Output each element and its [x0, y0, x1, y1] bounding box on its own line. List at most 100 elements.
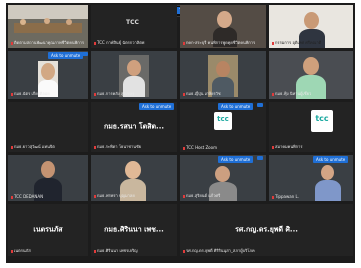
muted-mic-icon: [94, 41, 96, 45]
person-face: [127, 60, 141, 76]
participant-tile[interactable]: กรรมการ อุดิเทศ ศรีคณาดี: [269, 5, 353, 48]
participant-name-text: กมธ.สุริยนต์ แก้วศรี: [186, 193, 221, 198]
participant-tile[interactable]: กคก-สระบุรี คนพิการพูดคุยชีวิตคนพิการ: [180, 5, 266, 48]
participant-tile[interactable]: กมธ.ศิรินนา เพช... กมธ.ศิรินนา เพชรเจริญ: [91, 204, 177, 256]
tcc-logo: tcc: [214, 112, 232, 130]
participant-name-text: กมธ.ศิรินนา เพชรเจริญ: [97, 248, 138, 253]
participant-name-text: TCC DEDANAN: [14, 194, 44, 199]
ask-to-unmute-button[interactable]: Ask to unmute: [218, 156, 254, 163]
participant-name-text: กมธ.การคลัง สุรเชษฐ: [97, 91, 135, 96]
muted-mic-icon: [94, 249, 96, 253]
participant-tile[interactable]: กมธ.การคลัง สุรเชษฐ: [91, 51, 177, 99]
participant-name-text: รศ.กญ.ดร.ยุพดี ศิริรินนุสา_สภาผู้บริโภค: [186, 248, 255, 253]
person-face: [321, 165, 334, 180]
participant-name: กมธ.ระพิดา โยนาชานชัย: [94, 143, 141, 150]
person-face: [216, 61, 230, 77]
participant-name-text: เนตรนภัส: [14, 248, 31, 253]
muted-mic-icon: [272, 92, 274, 96]
participant-name: กมธ.ศิรินนา เพชรเจริญ: [94, 247, 138, 254]
participant-name-text: กมธ.ฟุ้ง นิทานผู้เชี่ยว: [275, 91, 312, 96]
participant-name: สมาคมคนพิการ: [272, 143, 303, 150]
ask-to-unmute-button[interactable]: Ask to unmute: [139, 103, 175, 110]
room-wall: [8, 5, 88, 19]
participant-tile[interactable]: Ask to unmute กมธ.รสนา โตสิต... กมธ.ระพิ…: [91, 102, 177, 152]
person-face: [217, 11, 232, 28]
participant-tile[interactable]: กมธ.ฟรพรา บุญมาลย: [91, 155, 177, 201]
participant-tile[interactable]: เนตรนภัส เนตรนภัส: [8, 204, 88, 256]
participant-name: กมธ.ญี่ปุ่น เกษียรวัช: [183, 90, 221, 97]
participant-tile[interactable]: TCC DEDANAN: [8, 155, 88, 201]
person-face: [20, 19, 26, 25]
participant-display-name: เนตรนภัส: [33, 225, 63, 234]
participant-name-text: กคก-สระบุรี คนพิการพูดคุยชีวิตคนพิการ: [186, 40, 256, 45]
person-face: [41, 63, 55, 80]
participant-name-text: ติดตามสถานพัฒนาคุณภาพชีวิตคนพิการ: [14, 40, 85, 45]
more-options-icon[interactable]: [257, 156, 263, 160]
participant-name-text: กมธ.ฟรพรา บุญมาลย: [97, 193, 135, 198]
participant-name: ติดตามสถานพัฒนาคุณภาพชีวิตคนพิการ: [11, 39, 84, 46]
tile-label: TCC: [126, 19, 139, 26]
muted-mic-icon: [183, 92, 185, 96]
participant-display-name: รศ.กญ.ดร.ยุพดี ศิ...: [235, 225, 298, 234]
more-options-icon[interactable]: [82, 52, 88, 56]
muted-mic-icon: [183, 194, 185, 198]
participant-tile[interactable]: Ask to unmute กมธ.สุริยนต์ แก้วศรี: [180, 155, 266, 201]
tcc-logo-text: tcc: [315, 114, 329, 123]
participant-name: กมธ.สุริยนต์ แก้วศรี: [183, 192, 220, 199]
person-face: [215, 166, 230, 182]
muted-mic-icon: [183, 146, 185, 150]
person-face: [44, 18, 50, 24]
ask-to-unmute-button[interactable]: Ask to unmute: [48, 52, 84, 59]
participant-name: Tippawan L.: [272, 194, 299, 199]
person-face: [303, 57, 319, 75]
muted-mic-icon: [94, 145, 96, 149]
more-options-icon[interactable]: [257, 103, 263, 107]
ask-to-unmute-button[interactable]: Ask to unmute: [313, 156, 349, 163]
ask-to-unmute-button[interactable]: Ask to unmute: [218, 103, 254, 110]
participant-tile[interactable]: ติดตามสถานพัฒนาคุณภาพชีวิตคนพิการ: [8, 5, 88, 48]
participant-name-text: กมธ.ญี่ปุ่น เกษียรวัช: [186, 91, 221, 96]
participant-tile[interactable]: tcc สมาคมคนพิการ: [269, 102, 353, 152]
person-body: [315, 180, 341, 201]
participant-tile[interactable]: Ask to unmute tcc TCC Host Zoom: [180, 102, 266, 152]
participant-name-text: กมธ.ฉัตร เกียรติลอย: [14, 91, 50, 96]
zoom-gallery-frame: Not hearing anything? Turn up volume ติด…: [6, 3, 355, 263]
muted-mic-icon: [11, 92, 13, 96]
participant-name-text: กมธ.ระพิดา โยนาชานชัย: [97, 144, 142, 149]
muted-mic-icon: [11, 41, 13, 45]
participant-name: กมธ.ฟุ้ง นิทานผู้เชี่ยว: [272, 90, 311, 97]
muted-mic-icon: [183, 249, 185, 253]
participant-name: กรรมการ อุดิเทศ ศรีคณาดี: [272, 39, 321, 46]
participant-tile[interactable]: กมธ.ญี่ปุ่น เกษียรวัช: [180, 51, 266, 99]
muted-mic-icon: [94, 194, 96, 198]
muted-mic-icon: [272, 41, 274, 45]
muted-mic-icon: [272, 145, 274, 149]
person-face: [41, 161, 55, 178]
participant-name: กคก-สระบุรี คนพิการพูดคุยชีวิตคนพิการ: [183, 39, 255, 46]
participant-name-text: Tippawan L.: [275, 194, 299, 199]
participant-tile[interactable]: TCC TCC กาฬสินธุ์ ฉัตรกวาลิตพ: [91, 5, 177, 48]
participant-name-text: กรรมการ อุดิเทศ ศรีคณาดี: [275, 40, 322, 45]
participant-tile[interactable]: รศ.กญ.ดร.ยุพดี ศิ... รศ.กญ.ดร.ยุพดี ศิริ…: [180, 204, 353, 256]
tcc-logo: tcc: [311, 110, 333, 132]
participant-name-text: TCC Host Zoom: [186, 145, 217, 150]
participant-tile[interactable]: กมธ.ฟุ้ง นิทานผู้เชี่ยว: [269, 51, 353, 99]
participant-name: กมธ.ฟรพรา บุญมาลย: [94, 192, 135, 199]
muted-mic-icon: [11, 249, 13, 253]
participant-name: กมธ.ยาวสุวัฒน์ แทนจิต: [11, 143, 55, 150]
participant-name: กมธ.การคลัง สุรเชษฐ: [94, 90, 134, 97]
participant-tile[interactable]: กมธ.ยาวสุวัฒน์ แทนจิต: [8, 102, 88, 152]
muted-mic-icon: [94, 92, 96, 96]
participant-name: TCC DEDANAN: [11, 194, 43, 199]
participant-name: เนตรนภัส: [11, 247, 31, 254]
muted-mic-icon: [272, 195, 274, 199]
person-face: [66, 19, 72, 25]
muted-mic-icon: [183, 41, 185, 45]
participant-name-text: TCC กาฬสินธุ์ ฉัตรกวาลิตพ: [97, 40, 145, 45]
participant-tile[interactable]: Ask to unmute กมธ.ฉัตร เกียรติลอย: [8, 51, 88, 99]
tcc-logo-text: tcc: [217, 115, 229, 123]
muted-mic-icon: [11, 195, 13, 199]
participant-tile[interactable]: Ask to unmute Tippawan L.: [269, 155, 353, 201]
participant-name-text: กมธ.ยาวสุวัฒน์ แทนจิต: [14, 144, 55, 149]
participant-display-name: กมธ.รสนา โตสิต...: [103, 122, 165, 131]
